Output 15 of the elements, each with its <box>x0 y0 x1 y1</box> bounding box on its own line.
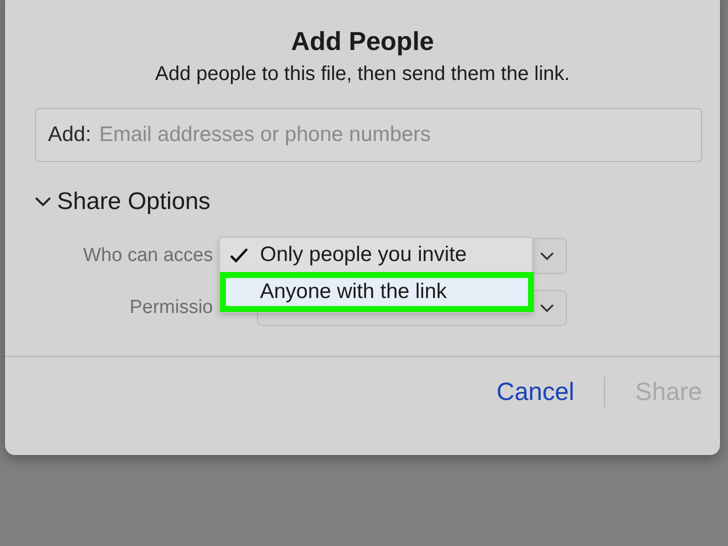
chevron-down-icon <box>540 304 554 312</box>
option-label: Who can acces <box>82 245 213 267</box>
checkmark-icon <box>230 248 248 262</box>
dialog-title: Add People <box>290 26 434 57</box>
chevron-down-icon <box>540 252 554 260</box>
add-field[interactable]: Add: Email addresses or phone numbers <box>35 108 702 162</box>
chevron-icon <box>35 197 51 207</box>
option-label: Permissio <box>128 297 213 319</box>
cancel-button[interactable]: Cancel <box>496 378 574 406</box>
share-options-toggle[interactable]: Share Options <box>35 188 720 216</box>
menu-item[interactable]: Only people you invite <box>220 238 532 272</box>
email-input[interactable]: Email addresses or phone numbers <box>97 122 689 148</box>
add-label: Add: <box>48 123 92 147</box>
dialog-subtitle: Add people to this file, then send them the link. <box>155 63 570 86</box>
menu-item[interactable]: Anyone with the link <box>220 272 534 312</box>
